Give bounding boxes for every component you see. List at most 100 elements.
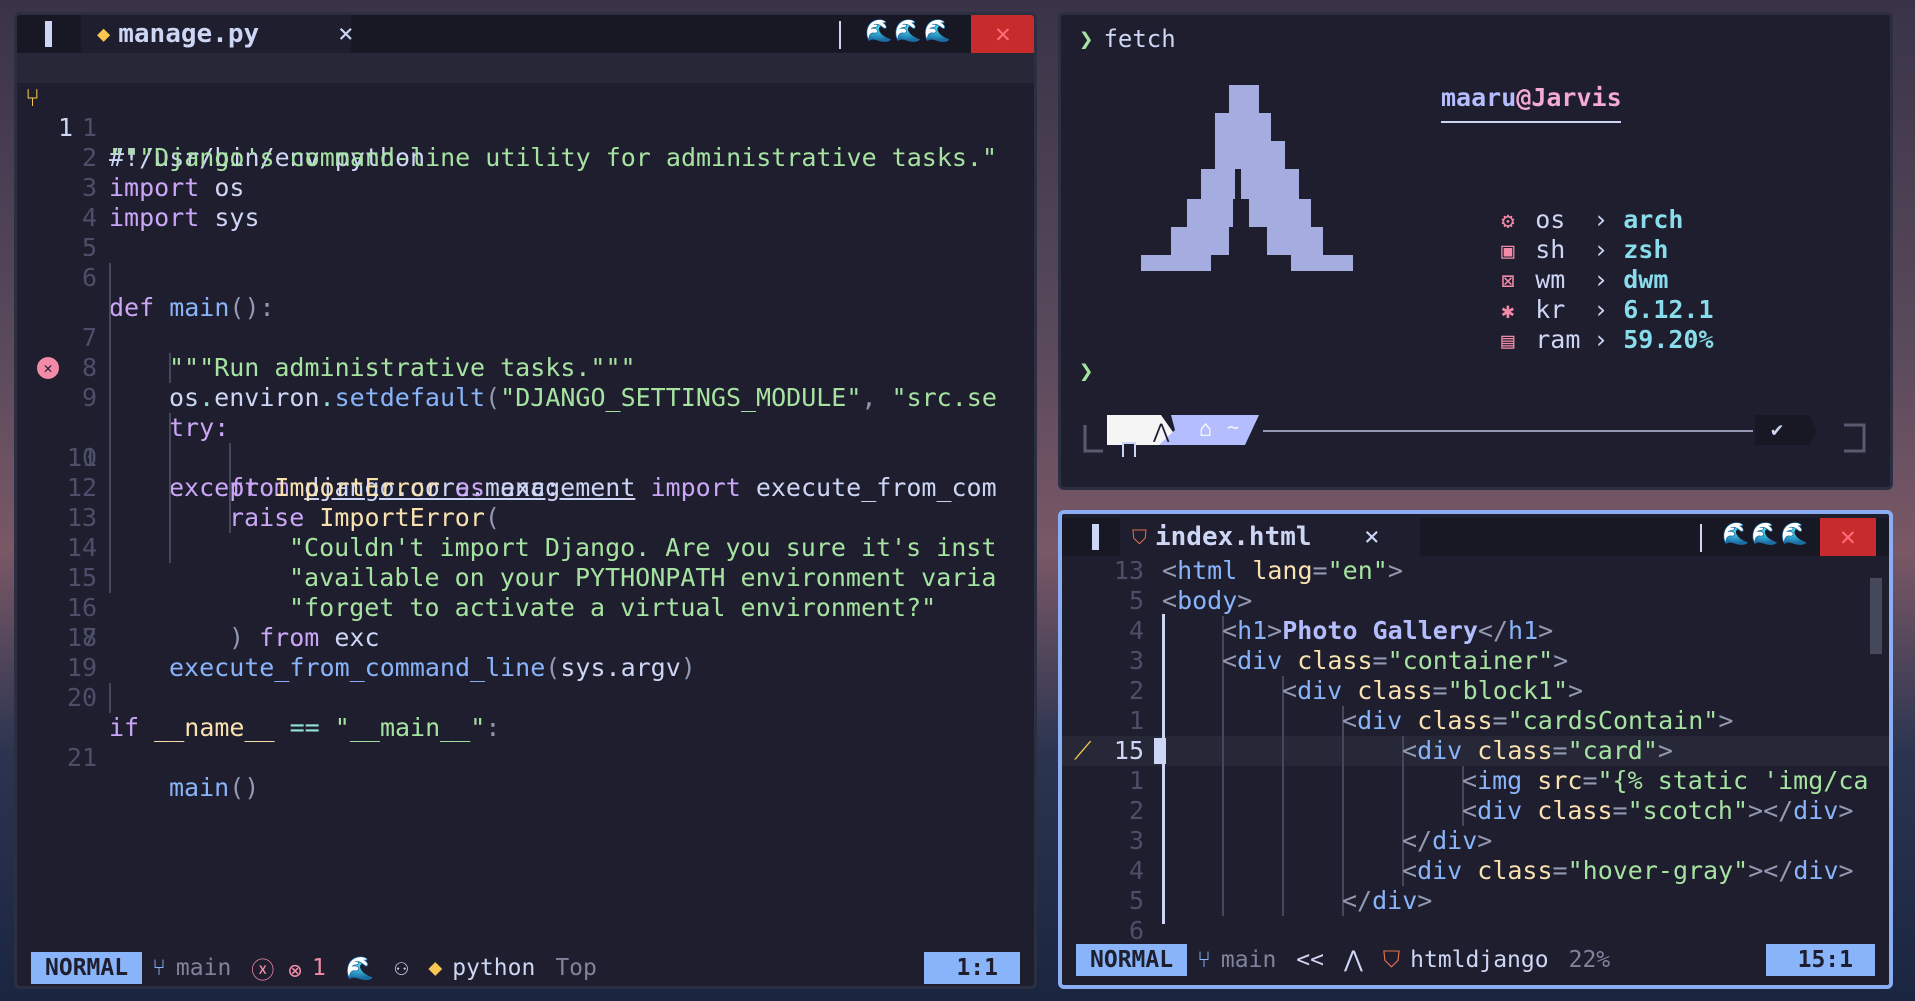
home-icon: ⌂ bbox=[1199, 417, 1213, 442]
code-line[interactable]: 4 <h1>Photo Gallery</h1> bbox=[1062, 616, 1889, 646]
code-line[interactable]: 6 def main(): bbox=[17, 233, 1034, 322]
code-line[interactable]: 20 if __name__ == "__main__": bbox=[17, 653, 1034, 742]
code-line[interactable]: 3 import sys bbox=[17, 143, 1034, 232]
indent-guide bbox=[1402, 796, 1404, 826]
code-line[interactable]: 2 <div class="scotch"></div> bbox=[1062, 796, 1889, 826]
wave-icon: 🌊 bbox=[345, 955, 375, 982]
command-text: fetch bbox=[1103, 25, 1176, 53]
code-text: <h1>Photo Gallery</h1> bbox=[1222, 616, 1554, 645]
indent-guide bbox=[1282, 766, 1284, 796]
tab-close-icon[interactable]: × bbox=[338, 19, 354, 49]
editor-window-index-html[interactable]: ⛉ index.html × 🌊🌊🌊 ✕ 13 <html lang="en"> 5… bbox=[1058, 510, 1893, 989]
indent-guide bbox=[1222, 796, 1224, 826]
divider bbox=[1441, 121, 1621, 123]
cwd-label: ~ bbox=[1227, 415, 1240, 439]
indent-guide bbox=[1282, 736, 1284, 766]
code-line[interactable]: 13 <html lang="en"> bbox=[1062, 556, 1889, 586]
indent-guide bbox=[1222, 706, 1224, 736]
code-line[interactable]: ⑂ 1 #!/usr/bin/env python bbox=[17, 53, 1034, 172]
code-line[interactable]: 7 """Run administrative tasks.""" bbox=[17, 263, 1034, 382]
wave-icons: 🌊🌊🌊 bbox=[865, 19, 954, 44]
code-text: <body> bbox=[1162, 586, 1253, 615]
code-line[interactable]: 5 </div> bbox=[1062, 886, 1889, 916]
prompt-icon: ❯ bbox=[1079, 357, 1094, 385]
code-line[interactable]: 5 <body> bbox=[1062, 586, 1889, 616]
indent-guide bbox=[1222, 826, 1224, 856]
tab-separator bbox=[839, 21, 841, 49]
cursor-position: 15:1 bbox=[1765, 944, 1875, 976]
branch-name[interactable]: main bbox=[1221, 947, 1276, 973]
code-area[interactable]: ⑂ 1 #!/usr/bin/env python 1 """Django's … bbox=[17, 53, 1034, 802]
command-line: ❯ fetch bbox=[1079, 25, 1176, 53]
code-line[interactable]: 2 import os bbox=[17, 113, 1034, 202]
tab-separator bbox=[1700, 524, 1702, 552]
code-line[interactable]: 2 <div class="block1"> bbox=[1062, 676, 1889, 706]
code-area[interactable]: 13 <html lang="en"> 5 <body> 4 <h1>Photo Gall… bbox=[1062, 556, 1889, 946]
code-line[interactable]: 3 <div class="container"> bbox=[1062, 646, 1889, 676]
code-line[interactable]: 4 bbox=[17, 173, 1034, 232]
terminal-window[interactable]: ❯ fetch maaru@Jarvis ⚙ os › arch ▣ sh › zsh ⊠ wm… bbox=[1058, 12, 1893, 490]
fetch-row-sh: ▣ sh › zsh bbox=[1441, 205, 1668, 264]
tab-close-icon[interactable]: × bbox=[1364, 522, 1380, 552]
tabline: ◆ manage.py × 🌊🌊🌊 ✕ bbox=[17, 15, 1034, 53]
indent-guide bbox=[1402, 766, 1404, 796]
code-line[interactable]: 6 bbox=[1062, 916, 1889, 946]
tabline: ⛉ index.html × 🌊🌊🌊 ✕ bbox=[1062, 518, 1889, 556]
python-icon: ◆ bbox=[428, 955, 443, 981]
code-text: <div class="cardsContain"> bbox=[1342, 706, 1734, 735]
fetch-row-os: ⚙ os › arch bbox=[1441, 175, 1683, 234]
indent-guide bbox=[1342, 736, 1344, 766]
memory-icon: ▤ bbox=[1501, 329, 1515, 354]
code-line[interactable]: 18 bbox=[17, 593, 1034, 652]
code-line[interactable]: 13 "Couldn't import Django. Are you sure… bbox=[17, 443, 1034, 562]
code-text: <div class="hover-gray"></div> bbox=[1402, 856, 1854, 885]
code-line[interactable]: 3 </div> bbox=[1062, 826, 1889, 856]
code-line[interactable]: 12 raise ImportError( bbox=[17, 413, 1034, 532]
code-text: <html lang="en"> bbox=[1162, 556, 1403, 585]
code-line[interactable]: 21 main() bbox=[17, 683, 1034, 802]
indent-guide bbox=[1342, 856, 1344, 886]
mode-indicator: NORMAL bbox=[1076, 944, 1188, 976]
git-branch-icon: ⑂ bbox=[1197, 947, 1211, 973]
code-line[interactable]: 5 bbox=[17, 203, 1034, 262]
indent-guide bbox=[1282, 706, 1284, 736]
indent-guide bbox=[1222, 676, 1224, 706]
fetch-row-kr: ✱ kr › 6.12.1 bbox=[1441, 265, 1713, 324]
code-text: <img src="{% static 'img/ca bbox=[1462, 766, 1869, 795]
fetch-user-host: maaru@Jarvis bbox=[1441, 83, 1622, 112]
prompt-icon: ❯ bbox=[1079, 25, 1094, 53]
code-line[interactable]: 11 except ImportError as exc: bbox=[17, 383, 1034, 502]
code-line[interactable]: 4 <div class="hover-gray"></div> bbox=[1062, 856, 1889, 886]
code-line[interactable]: 16 ) from exc bbox=[17, 533, 1034, 652]
code-line[interactable]: 17 execute_from_command_line(sys.argv) bbox=[17, 563, 1034, 682]
close-window-button[interactable]: ✕ bbox=[971, 15, 1034, 53]
scroll-position: Top bbox=[555, 955, 597, 981]
error-sign-icon[interactable]: ✕ bbox=[37, 357, 59, 379]
close-window-button[interactable]: ✕ bbox=[1820, 518, 1876, 556]
indent-guide bbox=[1342, 766, 1344, 796]
indent-guide bbox=[1342, 826, 1344, 856]
scrollbar[interactable] bbox=[1870, 578, 1882, 654]
code-line[interactable]: 15 "forget to activate a virtual environ… bbox=[17, 503, 1034, 622]
code-line[interactable]: ✕ 10 from django.core.management import … bbox=[17, 353, 1034, 502]
code-line[interactable]: 1 """Django's command-line utility for a… bbox=[17, 83, 1034, 172]
code-line[interactable]: 8 os.environ.setdefault("DJANGO_SETTINGS… bbox=[17, 293, 1034, 412]
html5-icon: ⛉ bbox=[1132, 525, 1147, 549]
cursor-position: 1:1 bbox=[924, 952, 1020, 984]
code-line[interactable]: 19 bbox=[17, 623, 1034, 682]
code-line[interactable]: 1 <img src="{% static 'img/ca bbox=[1062, 766, 1889, 796]
branch-name[interactable]: main bbox=[176, 955, 231, 981]
code-line[interactable]: ⟋ 15 <div class="card"> bbox=[1062, 736, 1889, 766]
second-prompt: ❯ bbox=[1079, 357, 1093, 385]
code-line[interactable]: 1 <div class="cardsContain"> bbox=[1062, 706, 1889, 736]
tab-manage-py[interactable]: ◆ manage.py bbox=[81, 15, 351, 53]
editor-window-manage-py[interactable]: ◆ manage.py × 🌊🌊🌊 ✕ ⑂ 1 #!/usr/bin/env p… bbox=[14, 12, 1037, 989]
code-line[interactable]: 9 try: bbox=[17, 323, 1034, 442]
error-count[interactable]: 1 bbox=[312, 955, 326, 981]
code-line[interactable]: 14 "available on your PYTHONPATH environ… bbox=[17, 473, 1034, 592]
tab-marker bbox=[1092, 524, 1099, 550]
html5-icon: ⛉ bbox=[1382, 947, 1401, 973]
arch-icon: ⋀ bbox=[1344, 947, 1363, 973]
tab-label: manage.py bbox=[118, 19, 260, 49]
indent-scope-guide bbox=[1162, 614, 1165, 924]
